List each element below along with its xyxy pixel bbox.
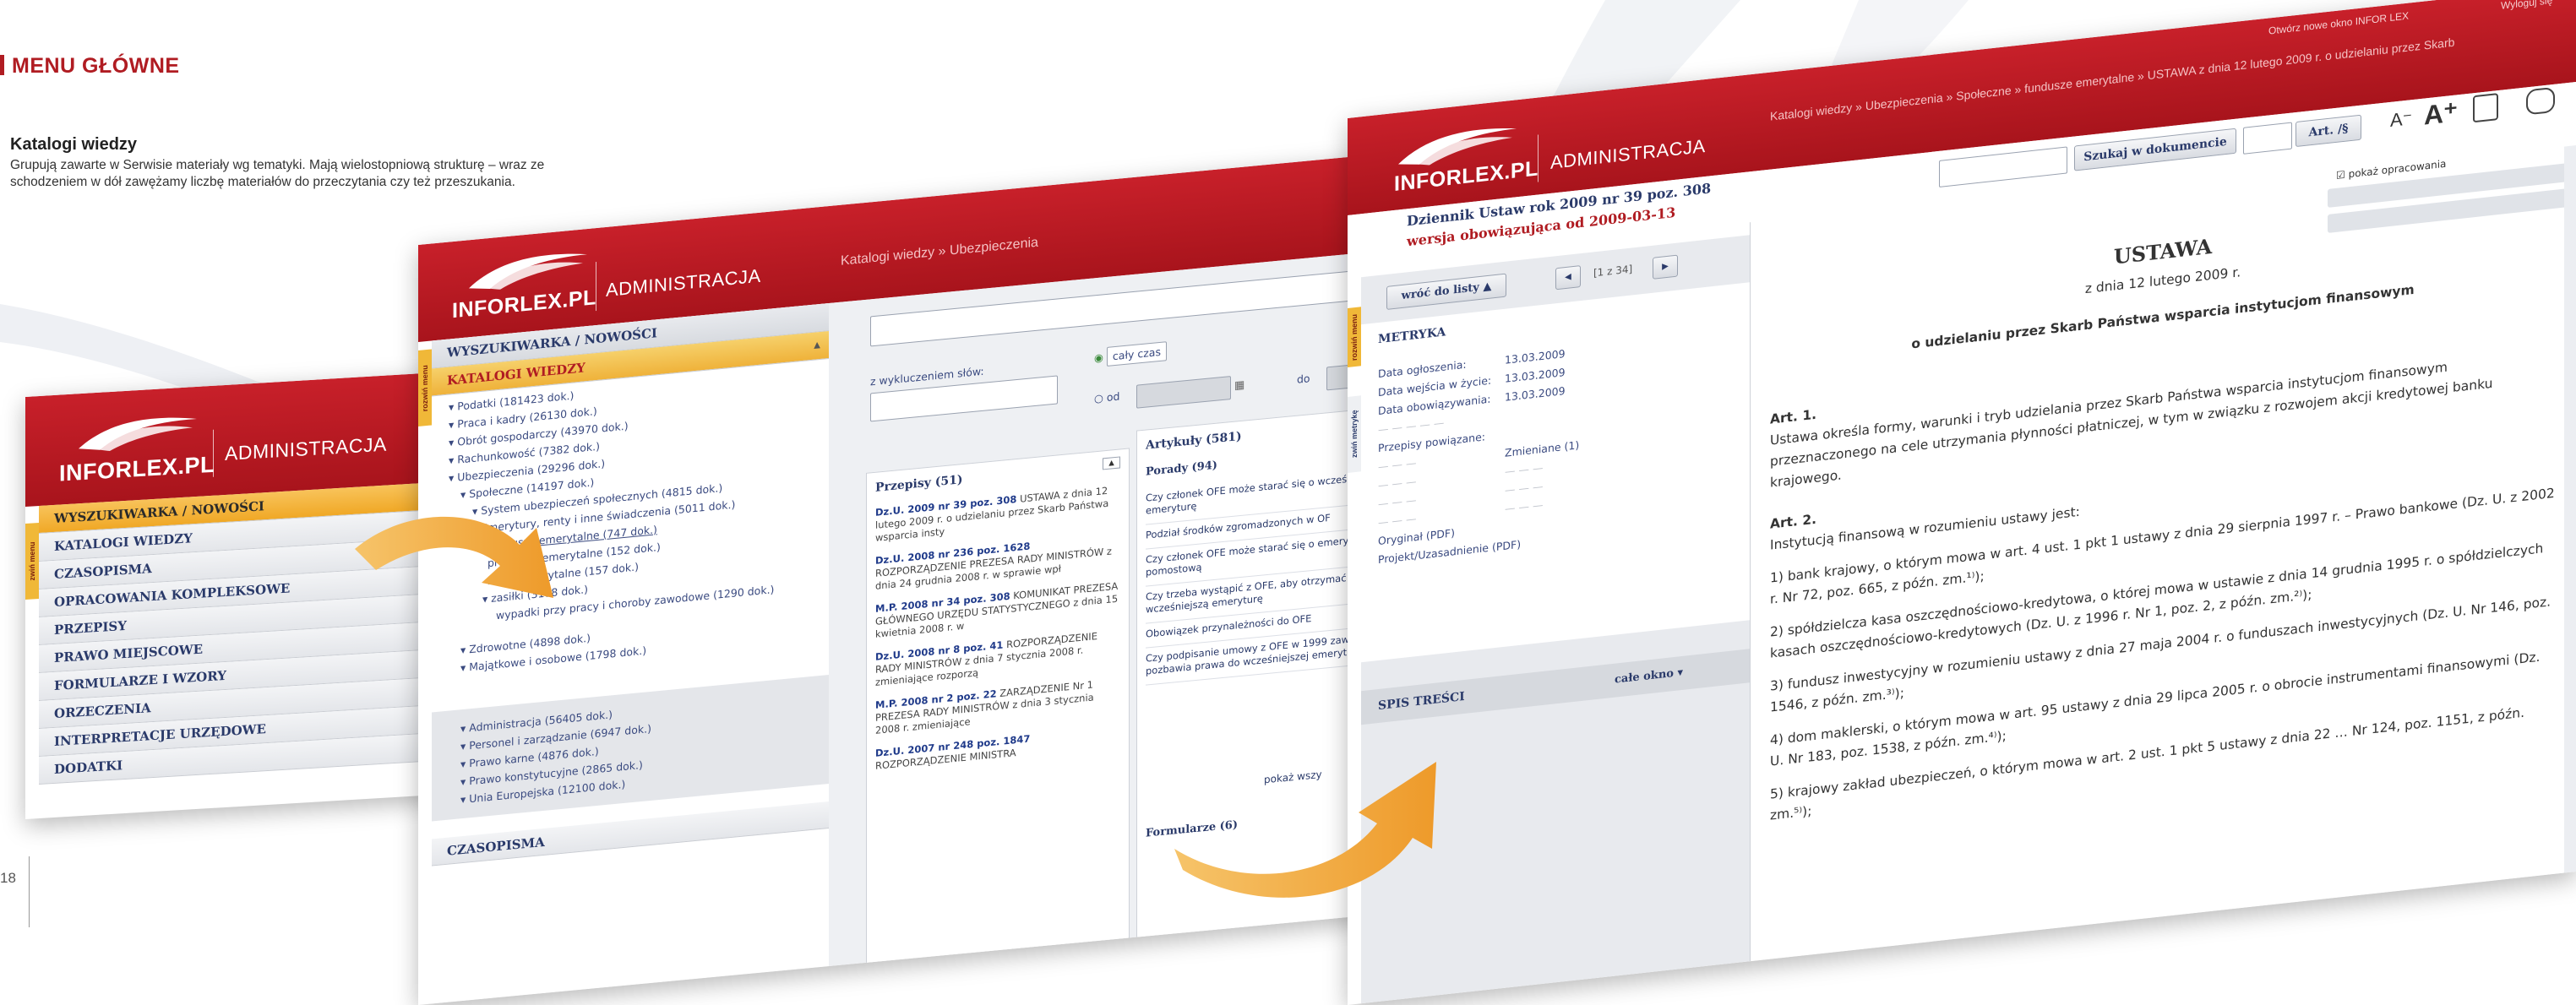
expand-menu-tab[interactable]: rozwiń menu <box>1348 307 1361 367</box>
previous-document-button[interactable]: ◀ <box>1555 265 1581 291</box>
collapse-menu-tab[interactable]: zwiń menu <box>25 523 39 600</box>
up-icon: ▲ <box>1483 280 1492 294</box>
collapse-icon[interactable]: ▲ <box>1103 456 1120 470</box>
print-icon[interactable] <box>2473 93 2498 123</box>
scrollbar[interactable] <box>2564 145 2576 873</box>
page-number: 18 <box>0 870 16 886</box>
product-name: ADMINISTRACJA <box>606 264 761 302</box>
chevron-up-icon: ▲ <box>814 340 820 350</box>
catalog-tree-more: ▾ Administracja (56405 dok.) ▾ Personel … <box>432 675 829 822</box>
flow-arrow-icon <box>1174 762 1436 898</box>
back-to-list-button[interactable]: wróć do listy ▲ <box>1386 273 1506 311</box>
section-header: MENU GŁÓWNE <box>0 54 180 79</box>
breadcrumb[interactable]: Katalogi wiedzy » Ubezpieczenia <box>841 236 1038 269</box>
articles-header: Artykuły (581) <box>1146 429 1242 453</box>
metadata-header: METRYKA <box>1378 325 1446 347</box>
logo-text: INFORLEX.PL <box>59 451 215 486</box>
header-separator <box>213 429 214 477</box>
screenshot-document-view: INFORLEX.PL ADMINISTRACJA Katalogi wiedz… <box>1348 0 2576 1005</box>
expand-menu-tab[interactable]: rozwiń menu <box>418 349 432 426</box>
article-number-input[interactable] <box>2243 122 2292 155</box>
regulations-list: Dz.U. 2009 nr 39 poz. 308 USTAWA z dnia … <box>875 483 1120 782</box>
font-increase-button[interactable]: A⁺ <box>2424 95 2458 131</box>
regulations-header: Przepisy (51) <box>875 473 963 495</box>
logo-wing-icon <box>469 253 587 290</box>
chevron-down-icon: ▾ <box>1677 665 1684 680</box>
checkbox-checked-icon: ☑ <box>2336 168 2345 182</box>
radio-icon: ○ <box>1094 391 1103 405</box>
subsection-description: Grupują zawarte w Serwisie materiały wg … <box>10 158 545 189</box>
advice-list: Czy członek OFE może starać się o wcześn… <box>1146 465 1382 686</box>
next-document-button[interactable]: ▶ <box>1653 254 1678 280</box>
collapse-metadata-tab[interactable]: zwiń metrykę <box>1348 395 1361 473</box>
pager-label: [1 z 34] <box>1593 263 1633 280</box>
toc-bar: SPIS TREŚCI całe okno ▾ <box>1361 649 1750 725</box>
subsection-title: Katalogi wiedzy <box>10 135 138 154</box>
sidebar: WYSZUKIWARKA / NOWOŚCI KATALOGI WIEDZY ▲ … <box>432 303 829 1004</box>
full-window-button[interactable]: całe okno ▾ <box>1615 666 1683 687</box>
metadata-panel: METRYKA Data ogłoszenia: 13.03.2009 Data … <box>1361 282 1750 663</box>
advice-header: Porady (94) <box>1146 459 1217 479</box>
product-name: ADMINISTRACJA <box>225 432 387 464</box>
font-decrease-button[interactable]: A⁻ <box>2390 107 2412 132</box>
logout-link[interactable]: Wyloguj się <box>2501 0 2552 12</box>
document-text: USTAWA z dnia 12 lutego 2009 r. o udziel… <box>1770 198 2556 839</box>
time-from-label: od <box>1106 389 1120 404</box>
page-divider <box>29 856 30 927</box>
time-from-radio[interactable]: ○ od <box>1094 389 1120 405</box>
header-separator <box>1538 134 1539 182</box>
time-to-label: do <box>1297 372 1310 386</box>
calendar-icon[interactable]: ▦ <box>1234 378 1244 393</box>
logo-wing-icon <box>79 417 197 452</box>
toc-header[interactable]: SPIS TREŚCI <box>1378 690 1465 713</box>
metadata-list: Data ogłoszenia: 13.03.2009 Data wejścia … <box>1378 343 1579 569</box>
flow-arrow-icon <box>355 516 553 598</box>
regulations-panel: Przepisy (51) ▲ Dz.U. 2009 nr 39 poz. 30… <box>866 448 1130 964</box>
product-name: ADMINISTRACJA <box>1550 134 1706 173</box>
radio-checked-icon: ◉ <box>1094 350 1103 365</box>
